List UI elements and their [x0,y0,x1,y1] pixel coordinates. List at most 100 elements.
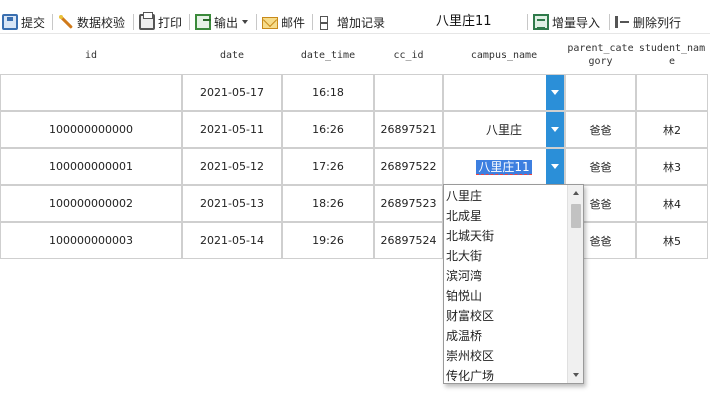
delete-column-label: 删除列行 [633,15,682,30]
export-icon [195,14,211,30]
column-header-campus-name[interactable]: campus_name [443,36,565,74]
cell-id[interactable]: 100000000001 [0,148,182,185]
column-header-parent-category[interactable]: parent_cate gory [565,36,636,74]
mail-button[interactable]: 邮件 [262,12,305,32]
column-header-date[interactable]: date [182,36,282,74]
cell-student-name[interactable]: 林4 [636,185,708,222]
cell-date-time[interactable]: 19:26 [282,222,374,259]
cell-cc-id[interactable]: 26897522 [374,148,443,185]
cell-cc-id[interactable]: 26897524 [374,222,443,259]
submit-label: 提交 [21,15,46,30]
column-header-id[interactable]: id [0,36,182,74]
scrollbar-thumb[interactable] [571,204,581,228]
toolbar-divider [609,14,610,30]
add-record-button[interactable]: 增加记录 [318,12,385,32]
envelope-icon [262,17,278,29]
cell-date-time[interactable]: 17:26 [282,148,374,185]
dropdown-option[interactable]: 传化广场 [446,366,566,383]
dropdown-option[interactable]: 财富校区 [446,306,566,326]
campus-select[interactable]: 八里庄 [443,111,565,148]
toolbar: 提交 数据校验 打印 输出 邮件 增加记录 八里庄11 增量导入 删除列行 [0,0,710,34]
dropdown-option[interactable]: 八里庄 [446,186,566,206]
chevron-down-icon [551,164,559,169]
cell-student-name[interactable] [636,74,708,111]
incremental-import-label: 增量导入 [552,15,601,30]
cell-cc-id[interactable]: 26897523 [374,185,443,222]
dropdown-option[interactable]: 铂悦山 [446,286,566,306]
column-header-student-name[interactable]: student_nam e [636,36,708,74]
wand-icon [58,14,74,30]
dropdown-option[interactable]: 成温桥 [446,326,566,346]
delete-column-button[interactable]: 删除列行 [614,12,681,32]
printer-icon [139,12,155,30]
print-button[interactable]: 打印 [139,12,182,32]
cell-student-name[interactable]: 林5 [636,222,708,259]
toolbar-divider [256,14,257,30]
dropdown-scrollbar[interactable] [567,185,583,383]
cell-date[interactable]: 2021-05-14 [182,222,282,259]
cell-date-time[interactable]: 16:26 [282,111,374,148]
cell-date-time[interactable]: 16:18 [282,74,374,111]
chevron-down-icon [551,90,559,95]
column-header-line: parent_cate [567,43,634,54]
scroll-down-button[interactable] [568,367,583,383]
column-header-line: gory [588,56,613,67]
submit-button[interactable]: 提交 [2,12,45,32]
scroll-up-button[interactable] [568,185,583,201]
dropdown-option[interactable]: 北成星 [446,206,566,226]
dropdown-button[interactable] [546,149,564,184]
column-header-date-time[interactable]: date_time [282,36,374,74]
dropdown-button[interactable] [546,112,564,147]
cell-id[interactable] [0,74,182,111]
dropdown-button[interactable] [546,75,564,110]
campus-select[interactable] [443,74,565,111]
add-record-icon [318,14,334,30]
column-header-cc-id[interactable]: cc_id [374,36,443,74]
toolbar-divider [312,14,313,30]
cell-parent-category[interactable]: 爸爸 [565,148,636,185]
validate-label: 数据校验 [77,15,126,30]
sheet-title: 八里庄11 [436,14,492,29]
cell-student-name[interactable]: 林2 [636,111,708,148]
print-label: 打印 [158,15,183,30]
chevron-down-icon [551,127,559,132]
delete-column-icon [614,14,630,30]
cell-date[interactable]: 2021-05-17 [182,74,282,111]
column-header-line: student_nam [638,43,706,54]
dropdown-option[interactable]: 北大街 [446,246,566,266]
arrow-down-icon [573,373,579,377]
cell-date-time[interactable]: 18:26 [282,185,374,222]
mail-label: 邮件 [281,15,306,30]
cell-date[interactable]: 2021-05-13 [182,185,282,222]
campus-dropdown-list[interactable]: 八里庄 北成星 北城天街 北大街 滨河湾 铂悦山 财富校区 成温桥 崇州校区 传… [443,184,584,384]
add-record-label: 增加记录 [337,15,386,30]
cell-date[interactable]: 2021-05-11 [182,111,282,148]
toolbar-divider [527,14,528,30]
cell-id[interactable]: 100000000000 [0,111,182,148]
dropdown-option[interactable]: 滨河湾 [446,266,566,286]
incremental-import-button[interactable]: 增量导入 [533,12,600,32]
chevron-down-icon [242,20,249,24]
toolbar-divider [189,14,190,30]
dropdown-option[interactable]: 北城天街 [446,226,566,246]
cell-parent-category[interactable]: 爸爸 [565,111,636,148]
cell-cc-id[interactable]: 26897521 [374,111,443,148]
cell-cc-id[interactable] [374,74,443,111]
save-icon [2,14,18,30]
column-header-line: e [668,56,676,67]
arrow-up-icon [573,191,579,195]
dropdown-option[interactable]: 崇州校区 [446,346,566,366]
toolbar-divider [52,14,53,30]
import-icon [533,14,549,30]
cell-student-name[interactable]: 林3 [636,148,708,185]
cell-parent-category[interactable] [565,74,636,111]
export-label: 输出 [214,15,239,30]
validate-button[interactable]: 数据校验 [58,12,125,32]
export-button[interactable]: 输出 [195,12,249,32]
cell-date[interactable]: 2021-05-12 [182,148,282,185]
toolbar-divider [133,14,134,30]
campus-select-active[interactable]: 八里庄11 [443,148,565,185]
cell-id[interactable]: 100000000002 [0,185,182,222]
cell-id[interactable]: 100000000003 [0,222,182,259]
selected-text: 八里庄11 [476,160,532,175]
